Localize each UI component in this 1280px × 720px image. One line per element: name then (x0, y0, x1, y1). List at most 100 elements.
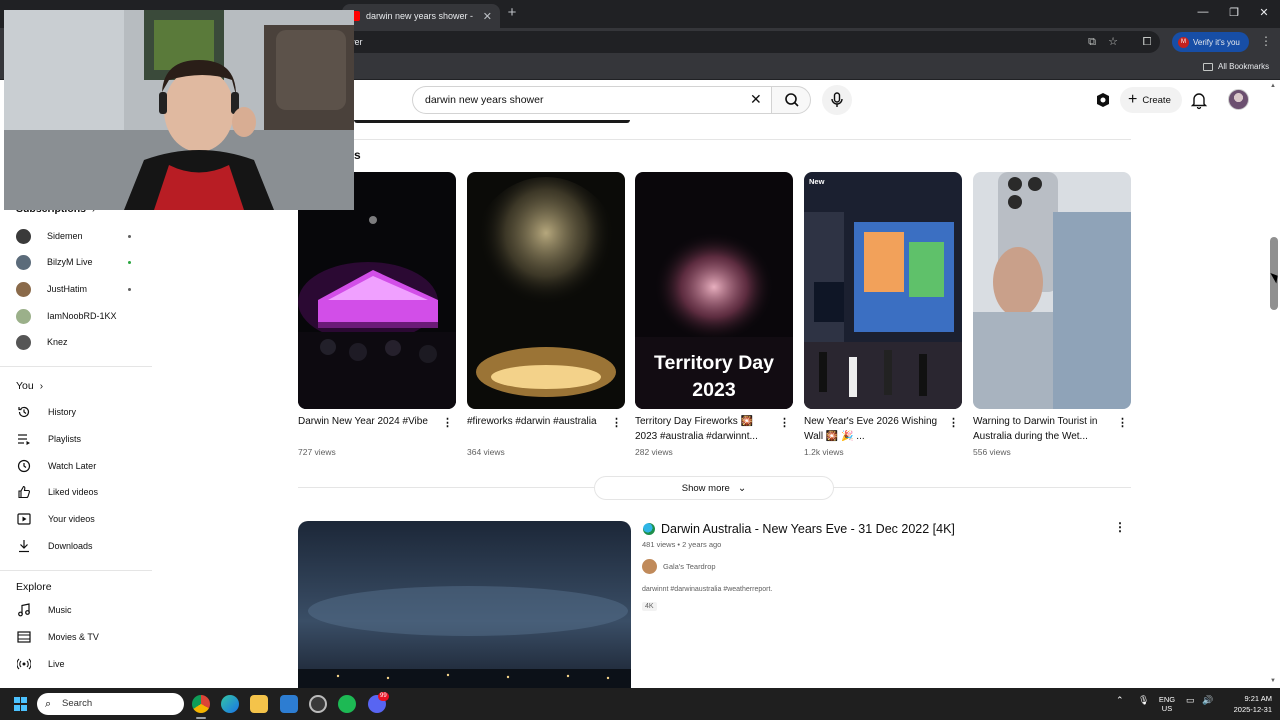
short-thumbnail[interactable] (973, 172, 1131, 409)
new-tab-button[interactable]: + (504, 5, 520, 21)
you-heading[interactable]: You › (16, 380, 43, 392)
webcam-overlay (4, 10, 354, 210)
bookmark-star-icon[interactable]: ☆ (1106, 35, 1120, 49)
new-badge: New (809, 177, 825, 186)
scroll-up-icon[interactable]: ▲ (1270, 83, 1276, 89)
previous-video-thumbnail[interactable] (354, 120, 630, 123)
sidebar-item-your-videos[interactable]: Your videos (0, 506, 150, 532)
sidebar-subscription[interactable]: Sidemen (0, 223, 150, 249)
start-tile (14, 697, 20, 703)
sidebar-item-live[interactable]: Live (0, 651, 150, 677)
sidebar-item-label: Playlists (48, 434, 82, 444)
short-thumbnail[interactable]: Territory Day 2023 (635, 172, 793, 409)
short-more-icon[interactable]: ⋮ (948, 418, 959, 429)
create-button[interactable]: + Create (1120, 87, 1182, 113)
short-title[interactable]: #fireworks #darwin #australia (467, 414, 605, 429)
short-more-icon[interactable]: ⋮ (611, 418, 622, 429)
scroll-down-icon[interactable]: ▼ (1270, 678, 1276, 684)
explore-heading: Explore (16, 581, 52, 593)
sidebar-item-liked-videos[interactable]: Liked videos (0, 479, 150, 505)
language-indicator[interactable]: ENG US (1156, 695, 1178, 713)
short-card[interactable]: Warning to Darwin Tourist in Australia d… (973, 172, 1131, 457)
subscription-label: Sidemen (47, 231, 83, 241)
subscription-label: IamNoobRD-1KX (47, 311, 117, 321)
sidebar-subscription[interactable]: IamNoobRD-1KX (0, 303, 150, 329)
account-avatar[interactable] (1228, 89, 1249, 110)
short-thumbnail[interactable] (467, 172, 625, 409)
sidebar-item-downloads[interactable]: Downloads (0, 533, 150, 559)
chevron-right-icon: › (39, 380, 44, 392)
volume-icon[interactable]: 🔊 (1202, 695, 1213, 706)
short-views: 282 views (635, 447, 673, 457)
edge-taskbar-icon[interactable] (221, 695, 239, 713)
short-title[interactable]: Darwin New Year 2024 #Vibe (298, 414, 436, 429)
sidebar-subscription[interactable]: Knez (0, 329, 150, 355)
sidebar-subscription[interactable]: JustHatim (0, 276, 150, 302)
restore-button[interactable]: ❐ (1226, 6, 1242, 19)
microphone-icon (831, 92, 843, 107)
sidebar-item-history[interactable]: History (0, 399, 150, 425)
sidebar-item-label: Watch Later (48, 461, 97, 471)
notifications-bell-icon[interactable] (1189, 90, 1209, 110)
chrome-taskbar-icon[interactable] (192, 695, 210, 713)
show-more-button[interactable]: Show more ⌄ (594, 476, 834, 500)
microphone-tray-icon[interactable]: 🎙 (1138, 695, 1149, 706)
short-title[interactable]: Territory Day Fireworks 🎇 2023 #australi… (635, 414, 773, 444)
short-card[interactable]: Territory Day 2023 Territory Day Firewor… (635, 172, 793, 457)
sidebar-item-playlists[interactable]: Playlists (0, 426, 150, 452)
video-meta: 481 views • 2 years ago (642, 540, 722, 549)
system-clock[interactable]: 9:21 AM 2025-12-31 (1222, 693, 1272, 715)
short-title[interactable]: New Year's Eve 2026 Wishing Wall 🎇 🎉 ... (804, 414, 942, 444)
voice-search-button[interactable] (822, 85, 852, 115)
video-title[interactable]: Darwin Australia - New Years Eve - 31 De… (661, 522, 955, 536)
all-bookmarks-label: All Bookmarks (1218, 62, 1270, 71)
globe-emoji-icon (643, 523, 655, 535)
minimize-button[interactable]: — (1195, 6, 1211, 18)
profile-avatar-icon: M (1178, 36, 1189, 48)
sidebar-item-label: Liked videos (48, 487, 99, 497)
start-tile (21, 704, 27, 711)
network-icon[interactable]: ▭ (1186, 695, 1195, 706)
store-taskbar-icon[interactable] (280, 695, 298, 713)
live-icon (16, 656, 32, 672)
taskbar-search[interactable]: ⌕ Search (37, 693, 184, 715)
app-taskbar-icon[interactable] (309, 695, 327, 713)
verify-profile-button[interactable]: M Verify it's you (1172, 32, 1249, 52)
file-explorer-icon[interactable] (250, 695, 268, 713)
short-more-icon[interactable]: ⋮ (779, 418, 790, 429)
movies-icon (16, 629, 32, 645)
sidebar-item-music[interactable]: Music (0, 597, 150, 623)
search-button[interactable] (771, 86, 811, 114)
sidebar-subscription[interactable]: BilzyM Live (0, 249, 150, 275)
tray-overflow-icon[interactable]: ⌃ (1116, 695, 1124, 706)
tab-close-icon[interactable]: ✕ (483, 10, 492, 23)
short-card[interactable]: #fireworks #darwin #australia ⋮ 364 view… (467, 172, 625, 457)
extensions-icon[interactable]: ⧠ (1140, 35, 1154, 49)
sidebar-item-watch-later[interactable]: Watch Later (0, 453, 150, 479)
install-app-icon[interactable]: ⧉ (1085, 35, 1099, 49)
video-description: darwinnt #darwinaustralia #weatherreport… (642, 586, 773, 593)
browser-tab-active[interactable]: darwin new years shower - You ✕ (342, 4, 500, 28)
short-more-icon[interactable]: ⋮ (1117, 418, 1128, 429)
all-bookmarks-button[interactable]: All Bookmarks (1203, 62, 1269, 71)
address-bar[interactable]: wer (340, 31, 1160, 53)
short-thumbnail[interactable]: New (804, 172, 962, 409)
short-title[interactable]: Warning to Darwin Tourist in Australia d… (973, 414, 1111, 444)
create-label: Create (1142, 94, 1171, 106)
windows-start-button[interactable] (14, 697, 28, 711)
video-channel[interactable]: Gala's Teardrop (642, 559, 716, 574)
sidebar-item-movies[interactable]: Movies & TV (0, 624, 150, 650)
video-thumbnail[interactable] (298, 521, 631, 688)
close-window-button[interactable]: ✕ (1256, 6, 1272, 19)
language-code: ENG (1158, 695, 1176, 704)
clear-search-icon[interactable]: ✕ (750, 92, 762, 106)
browser-menu-icon[interactable]: ⋮ (1260, 34, 1272, 48)
downloads-icon (16, 538, 32, 554)
search-input[interactable]: darwin new years shower (412, 86, 772, 114)
premium-controls-icon[interactable] (1093, 90, 1113, 110)
short-card[interactable]: New New Year's Eve 2026 Wishing Wall 🎇 🎉… (804, 172, 962, 457)
page-scrollbar[interactable]: ▲ ▼ (1268, 80, 1280, 688)
short-more-icon[interactable]: ⋮ (442, 418, 453, 429)
spotify-taskbar-icon[interactable] (338, 695, 356, 713)
video-more-icon[interactable]: ⋮ (1114, 520, 1126, 534)
